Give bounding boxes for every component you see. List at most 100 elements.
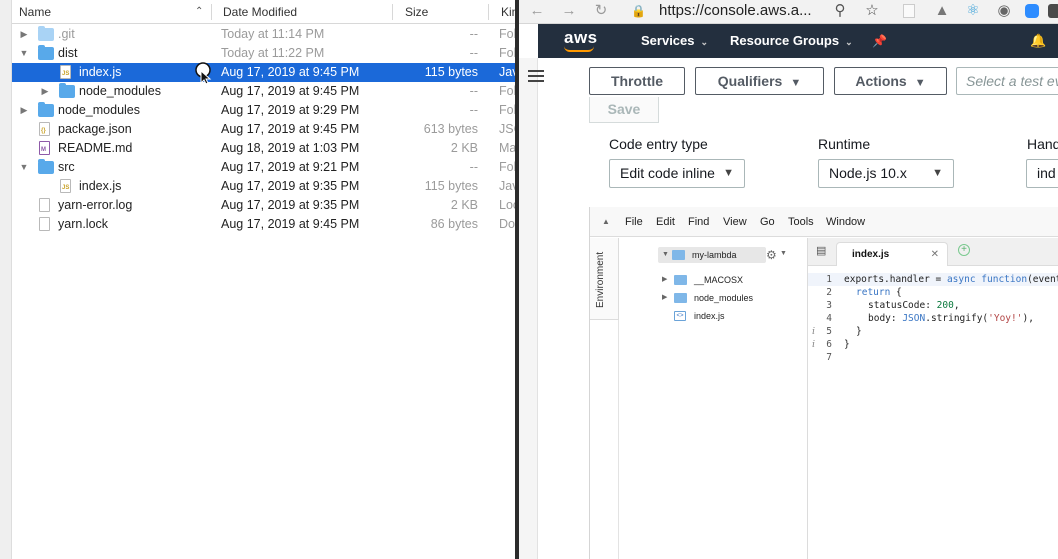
inline-code-editor: ▲ File Edit Find View Go Tools Window En… bbox=[589, 207, 1058, 559]
code-entry-type-select[interactable]: Edit code inline ▼ bbox=[609, 159, 745, 188]
disclosure-open-icon[interactable]: ▼ bbox=[662, 247, 672, 263]
pin-icon[interactable]: 📌 bbox=[872, 24, 887, 58]
back-icon[interactable]: ← bbox=[529, 0, 545, 24]
close-icon[interactable]: ✕ bbox=[931, 243, 939, 267]
file-kind: Ma bbox=[499, 141, 516, 155]
disclosure-open-icon[interactable]: ▼ bbox=[18, 158, 30, 177]
notifications-bell-icon[interactable]: 🔔 bbox=[1030, 24, 1046, 58]
menu-file[interactable]: File bbox=[625, 207, 643, 237]
tab-list-icon[interactable]: ▤ bbox=[816, 244, 826, 257]
file-size: -- bbox=[469, 84, 478, 98]
disclosure-closed-icon[interactable]: ▶ bbox=[662, 290, 672, 306]
column-header-date[interactable]: Date Modified bbox=[223, 0, 297, 24]
file-size: -- bbox=[469, 103, 478, 117]
resource-groups-menu[interactable]: Resource Groups ⌄ bbox=[730, 24, 853, 58]
file-row-dist[interactable]: ▼ dist Today at 11:22 PM -- Fol bbox=[12, 44, 516, 63]
qualifiers-button[interactable]: Qualifiers ▼ bbox=[695, 67, 824, 95]
menu-window[interactable]: Window bbox=[826, 207, 865, 237]
line-number: 7 bbox=[826, 352, 832, 363]
log-file-icon bbox=[39, 198, 50, 212]
menu-find[interactable]: Find bbox=[688, 207, 709, 237]
extension-blank-icon[interactable] bbox=[901, 0, 917, 24]
file-kind: Fol bbox=[499, 27, 516, 41]
tree-root-my-lambda[interactable]: ▼ my-lambda bbox=[658, 247, 766, 263]
file-row-yarn-lock[interactable]: yarn.lock Aug 17, 2019 at 9:45 PM 86 byt… bbox=[12, 215, 516, 234]
gear-icon[interactable]: ⚙ bbox=[766, 248, 777, 262]
file-tree: ▼ my-lambda ⚙ ▼ ▶ __MACOSX ▶ node_module… bbox=[620, 238, 808, 559]
drive-extension-icon[interactable]: ▲ bbox=[933, 0, 951, 24]
address-bar-url[interactable]: https://console.aws.a... bbox=[659, 0, 812, 24]
extension-overflow-icon[interactable] bbox=[1047, 0, 1058, 24]
disclosure-closed-icon[interactable]: ▶ bbox=[662, 272, 672, 288]
throttle-button[interactable]: Throttle bbox=[589, 67, 685, 95]
runtime-select[interactable]: Node.js 10.x ▼ bbox=[818, 159, 954, 188]
file-date: Aug 17, 2019 at 9:35 PM bbox=[221, 198, 360, 212]
tree-item-index-js[interactable]: <> index.js bbox=[662, 308, 792, 324]
environment-panel-tab[interactable]: Environment bbox=[590, 238, 619, 320]
disclosure-closed-icon[interactable]: ▶ bbox=[18, 101, 30, 120]
file-size: -- bbox=[469, 27, 478, 41]
code-line: 1 exports.handler = async function(event bbox=[808, 273, 1058, 286]
extension-bulb-icon[interactable]: ◉ bbox=[995, 0, 1013, 24]
test-event-select[interactable]: Select a test ev bbox=[956, 67, 1058, 95]
zoom-app-icon[interactable] bbox=[1023, 0, 1041, 24]
disclosure-closed-icon[interactable]: ▶ bbox=[39, 82, 51, 101]
handler-input[interactable]: ind bbox=[1026, 159, 1058, 188]
folder-icon bbox=[674, 275, 687, 285]
file-row-package-json[interactable]: {} package.json Aug 17, 2019 at 9:45 PM … bbox=[12, 120, 516, 139]
column-divider bbox=[211, 4, 212, 20]
bookmark-star-icon[interactable]: ☆ bbox=[863, 0, 881, 24]
menu-edit[interactable]: Edit bbox=[656, 207, 675, 237]
json-file-icon: {} bbox=[39, 122, 50, 136]
folder-icon bbox=[674, 293, 687, 303]
folder-icon bbox=[672, 250, 685, 260]
file-row-dist-node-modules[interactable]: ▶ node_modules Aug 17, 2019 at 9:45 PM -… bbox=[12, 82, 516, 101]
file-date: Aug 17, 2019 at 9:45 PM bbox=[221, 84, 360, 98]
tab-index-js[interactable]: index.js ✕ bbox=[836, 242, 948, 266]
add-tab-icon[interactable]: + bbox=[958, 244, 970, 256]
save-button[interactable]: Save bbox=[589, 97, 659, 123]
services-menu[interactable]: Services ⌄ bbox=[641, 24, 708, 58]
document-file-icon bbox=[39, 217, 50, 231]
file-row-git[interactable]: ▶ .git Today at 11:14 PM -- Fol bbox=[12, 25, 516, 44]
file-row-yarn-error-log[interactable]: yarn-error.log Aug 17, 2019 at 9:35 PM 2… bbox=[12, 196, 516, 215]
js-file-icon: JS bbox=[60, 179, 71, 193]
hamburger-menu-icon[interactable] bbox=[528, 70, 544, 84]
aws-logo[interactable]: aws bbox=[564, 28, 598, 48]
column-header-kind[interactable]: Kin bbox=[501, 0, 516, 24]
disclosure-open-icon[interactable]: ▼ bbox=[18, 44, 30, 63]
code-line: i 6 } bbox=[808, 338, 1058, 351]
file-kind: JSC bbox=[499, 122, 516, 136]
tree-item-node-modules[interactable]: ▶ node_modules bbox=[662, 290, 792, 306]
code-text: } bbox=[856, 326, 862, 337]
file-kind: Fol bbox=[499, 46, 516, 60]
editor-side-strip bbox=[590, 320, 619, 559]
file-row-dist-index-js[interactable]: JS index.js Aug 17, 2019 at 9:45 PM 115 … bbox=[12, 63, 516, 82]
menu-go[interactable]: Go bbox=[760, 207, 775, 237]
actions-button[interactable]: Actions ▼ bbox=[834, 67, 947, 95]
tree-item-macosx[interactable]: ▶ __MACOSX bbox=[662, 272, 792, 288]
collapse-menu-icon[interactable]: ▲ bbox=[602, 207, 610, 237]
caret-down-icon: ▼ bbox=[790, 77, 802, 89]
file-kind: Jav bbox=[499, 179, 516, 193]
folder-icon bbox=[38, 102, 54, 117]
react-devtools-icon[interactable]: ⚛ bbox=[964, 0, 982, 24]
code-content[interactable]: 1 exports.handler = async function(event… bbox=[808, 273, 1058, 364]
file-row-src[interactable]: ▼ src Aug 17, 2019 at 9:21 PM -- Fol bbox=[12, 158, 516, 177]
sort-ascending-icon: ⌃ bbox=[195, 6, 204, 17]
disclosure-closed-icon[interactable]: ▶ bbox=[18, 25, 30, 44]
file-row-readme[interactable]: M README.md Aug 18, 2019 at 1:03 PM 2 KB… bbox=[12, 139, 516, 158]
folder-icon bbox=[59, 83, 75, 98]
menu-tools[interactable]: Tools bbox=[788, 207, 814, 237]
aws-console-navbar: aws Services ⌄ Resource Groups ⌄ 📌 🔔 bbox=[538, 24, 1058, 58]
menu-view[interactable]: View bbox=[723, 207, 747, 237]
forward-icon[interactable]: → bbox=[561, 0, 577, 24]
column-header-name[interactable]: Name bbox=[19, 0, 51, 24]
file-row-src-index-js[interactable]: JS index.js Aug 17, 2019 at 9:35 PM 115 … bbox=[12, 177, 516, 196]
column-header-size[interactable]: Size bbox=[405, 0, 428, 24]
services-label: Services bbox=[641, 33, 695, 48]
file-row-node-modules[interactable]: ▶ node_modules Aug 17, 2019 at 9:29 PM -… bbox=[12, 101, 516, 120]
code-token: function bbox=[981, 274, 1028, 285]
reload-icon[interactable]: ↻ bbox=[593, 0, 609, 24]
zoom-icon[interactable]: ⚲ bbox=[831, 0, 849, 24]
